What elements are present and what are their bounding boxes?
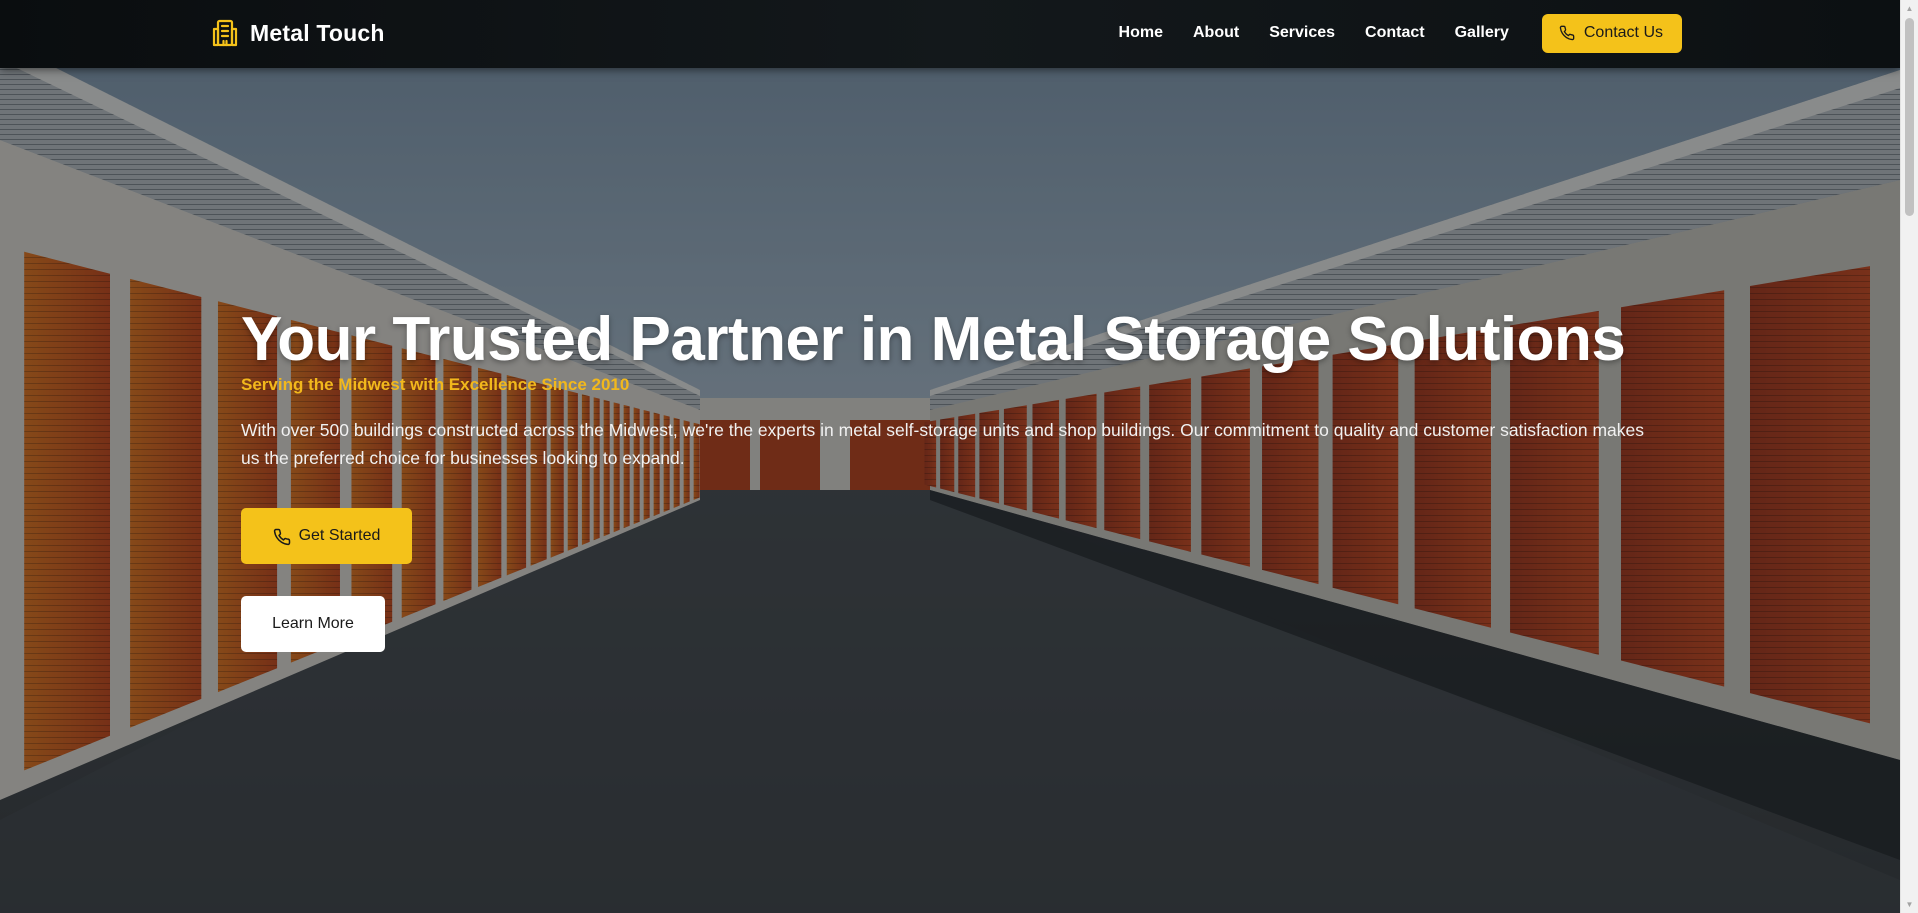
scrollbar-thumb[interactable] (1905, 18, 1914, 216)
nav-link-home[interactable]: Home (1104, 24, 1178, 42)
nav-link-contact[interactable]: Contact (1350, 24, 1440, 42)
nav-link-services[interactable]: Services (1254, 24, 1350, 42)
nav-link-about[interactable]: About (1178, 24, 1254, 42)
hero-subtitle: Serving the Midwest with Excellence Sinc… (241, 375, 630, 394)
contact-us-label: Contact Us (1583, 24, 1663, 41)
vertical-scrollbar[interactable]: ▲ ▼ (1900, 0, 1918, 913)
learn-more-button[interactable]: Learn More (241, 596, 385, 652)
hero-section: Your Trusted Partner in Metal Storage So… (241, 303, 1661, 652)
get-started-button[interactable]: Get Started (241, 508, 412, 564)
hero-description: With over 500 buildings constructed acro… (241, 420, 1645, 468)
nav-menu: Home About Services Contact Gallery Cont… (1104, 0, 1682, 66)
phone-icon (273, 528, 290, 546)
brand-name: Metal Touch (250, 19, 385, 46)
building-icon (210, 18, 240, 48)
phone-icon (1559, 25, 1575, 41)
page: Metal Touch Home About Services Contact … (0, 0, 1918, 913)
get-started-label: Get Started (298, 527, 381, 544)
contact-us-button[interactable]: Contact Us (1541, 13, 1682, 53)
navbar: Metal Touch Home About Services Contact … (0, 0, 1900, 68)
nav-link-gallery[interactable]: Gallery (1440, 24, 1524, 42)
hero-title: Your Trusted Partner in Metal Storage So… (241, 305, 1626, 374)
scroll-down-arrow-icon[interactable]: ▼ (1901, 896, 1918, 913)
scroll-up-arrow-icon[interactable]: ▲ (1901, 0, 1918, 17)
brand-logo[interactable]: Metal Touch (210, 16, 385, 50)
